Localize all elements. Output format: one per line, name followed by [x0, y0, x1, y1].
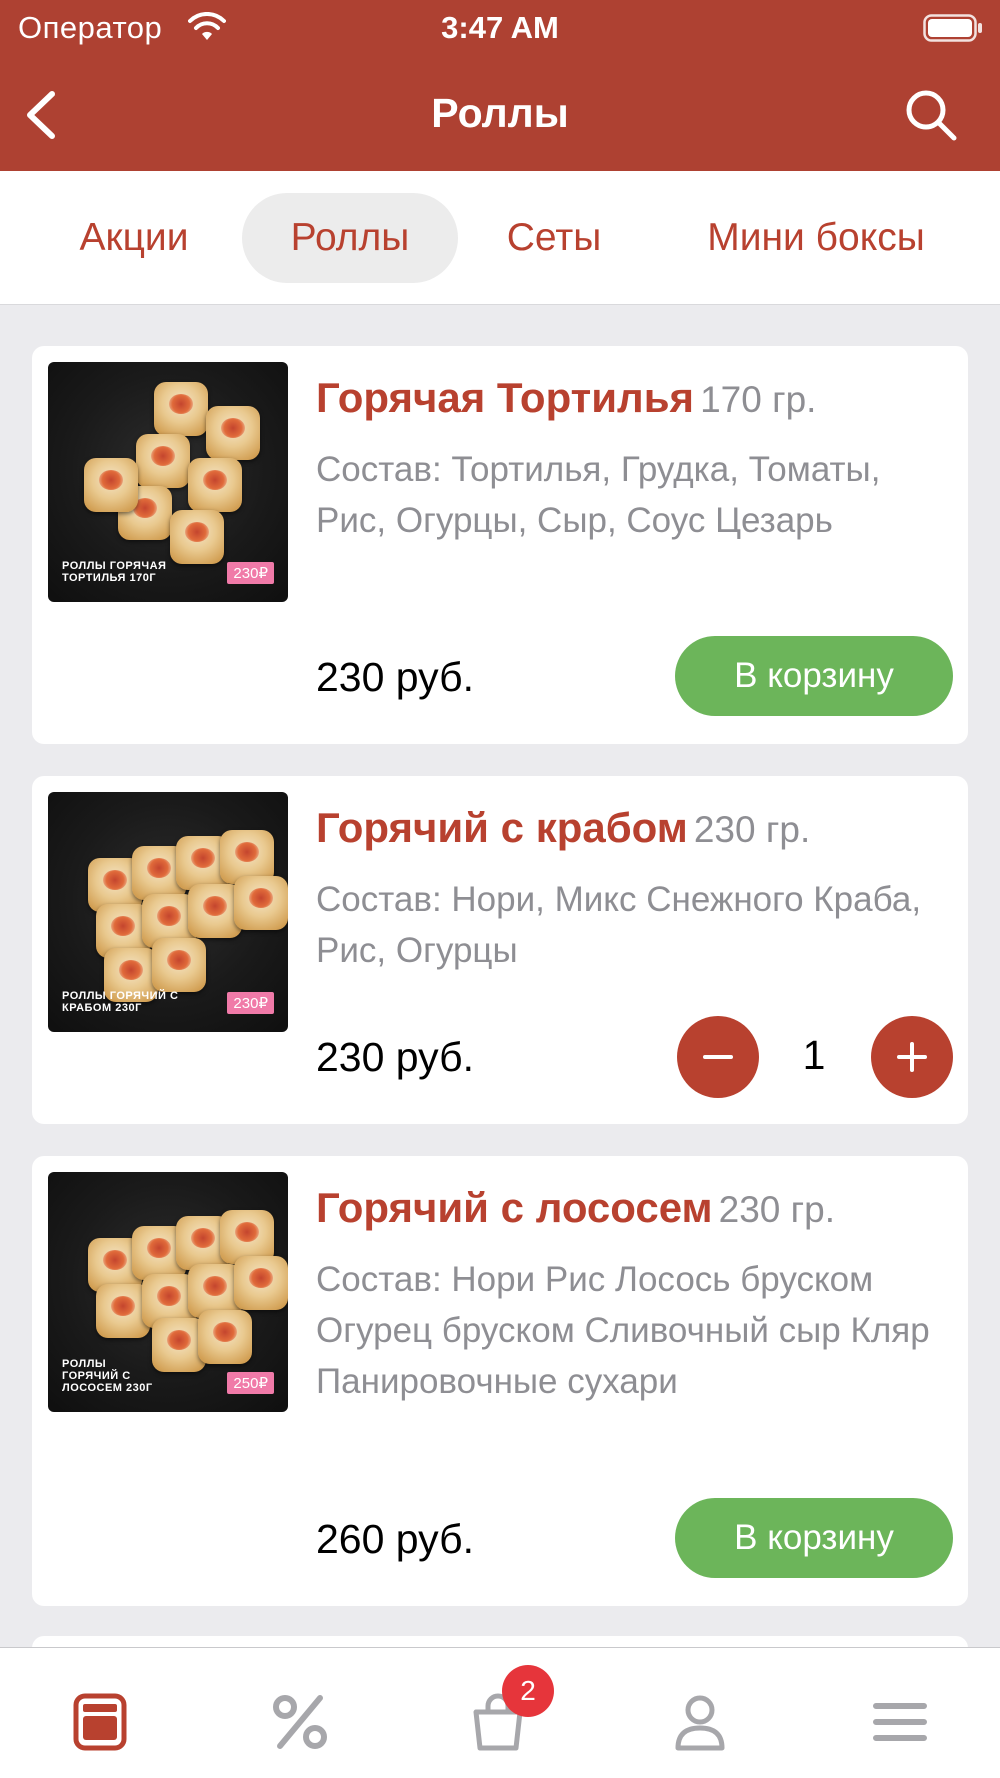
profile-icon[interactable]: [668, 1690, 732, 1754]
search-icon[interactable]: [902, 86, 960, 144]
image-price-tag: 230₽: [227, 562, 274, 584]
product-weight: 230 гр.: [693, 809, 811, 850]
product-name: Горячая Тортилья: [316, 374, 695, 421]
product-weight: 170 гр.: [700, 379, 817, 420]
decrease-quantity-button[interactable]: [677, 1016, 759, 1098]
product-price: 230 руб.: [316, 654, 474, 700]
product-name: Горячий с крабом: [316, 804, 688, 851]
image-caption: роллы ГОРЯЧИЙ С КРАБОМ 230г: [62, 990, 179, 1014]
image-caption: роллы ГОРЯЧАЯ ТОРТИЛЬЯ 170г: [62, 560, 167, 584]
add-to-cart-button[interactable]: В корзину: [675, 636, 953, 716]
product-weight: 230 гр.: [718, 1189, 835, 1230]
product-image[interactable]: роллы ГОРЯЧИЙ С КРАБОМ 230г 230₽: [48, 792, 288, 1032]
category-tab-mini-boxes[interactable]: Мини боксы: [678, 193, 954, 283]
battery-icon: [923, 14, 982, 42]
category-tab-promo[interactable]: Акции: [50, 193, 218, 283]
quantity-value: 1: [802, 1032, 826, 1078]
category-tabs: Акции Роллы Сеты Мини боксы: [0, 171, 1000, 305]
product-price: 230 руб.: [316, 1034, 474, 1080]
percent-icon[interactable]: [268, 1690, 332, 1754]
product-name: Горячий с лососем: [316, 1184, 713, 1231]
status-bar: Оператор 3:47 AM: [0, 0, 1000, 56]
product-image[interactable]: роллы ГОРЯЧАЯ ТОРТИЛЬЯ 170г 230₽: [48, 362, 288, 602]
product-card: роллы ГОРЯЧАЯ ТОРТИЛЬЯ 170г 230₽ Горячая…: [32, 346, 968, 744]
category-tab-sets[interactable]: Сеты: [482, 193, 626, 283]
menu-icon[interactable]: [68, 1690, 132, 1754]
increase-quantity-button[interactable]: [871, 1016, 953, 1098]
product-card: роллы ГОРЯЧИЙ С КРАБОМ 230г 230₽ Горячий…: [32, 776, 968, 1124]
status-time: 3:47 AM: [441, 10, 559, 45]
hamburger-icon[interactable]: [868, 1690, 932, 1754]
product-description: Состав: Нори Рис Лосось бруском Огурец б…: [316, 1260, 930, 1401]
product-description: Состав: Нори, Микс Снежного Краба, Рис, …: [316, 880, 922, 970]
image-price-tag: 230₽: [227, 992, 274, 1014]
product-title: Горячий с крабом 230 гр.: [316, 804, 948, 852]
product-card: роллы ГОРЯЧИЙ С ЛОСОСЕМ 230г 250₽ Горячи…: [32, 1156, 968, 1606]
category-tab-rolls[interactable]: Роллы: [242, 193, 458, 283]
product-price: 260 руб.: [316, 1516, 474, 1562]
image-caption: роллы ГОРЯЧИЙ С ЛОСОСЕМ 230г: [62, 1358, 153, 1394]
page-title: Роллы: [431, 90, 569, 136]
product-image[interactable]: роллы ГОРЯЧИЙ С ЛОСОСЕМ 230г 250₽: [48, 1172, 288, 1412]
product-title: Горячая Тортилья 170 гр.: [316, 374, 948, 422]
image-price-tag: 250₽: [227, 1372, 274, 1394]
product-title: Горячий с лососем 230 гр.: [316, 1184, 948, 1232]
tab-bar: [0, 1647, 1000, 1778]
app-header: Оператор 3:47 AM Роллы: [0, 0, 1000, 171]
add-to-cart-button[interactable]: В корзину: [675, 1498, 953, 1578]
cart-badge: 2: [502, 1665, 554, 1717]
product-description: Состав: Тортилья, Грудка, Томаты, Рис, О…: [316, 450, 881, 540]
